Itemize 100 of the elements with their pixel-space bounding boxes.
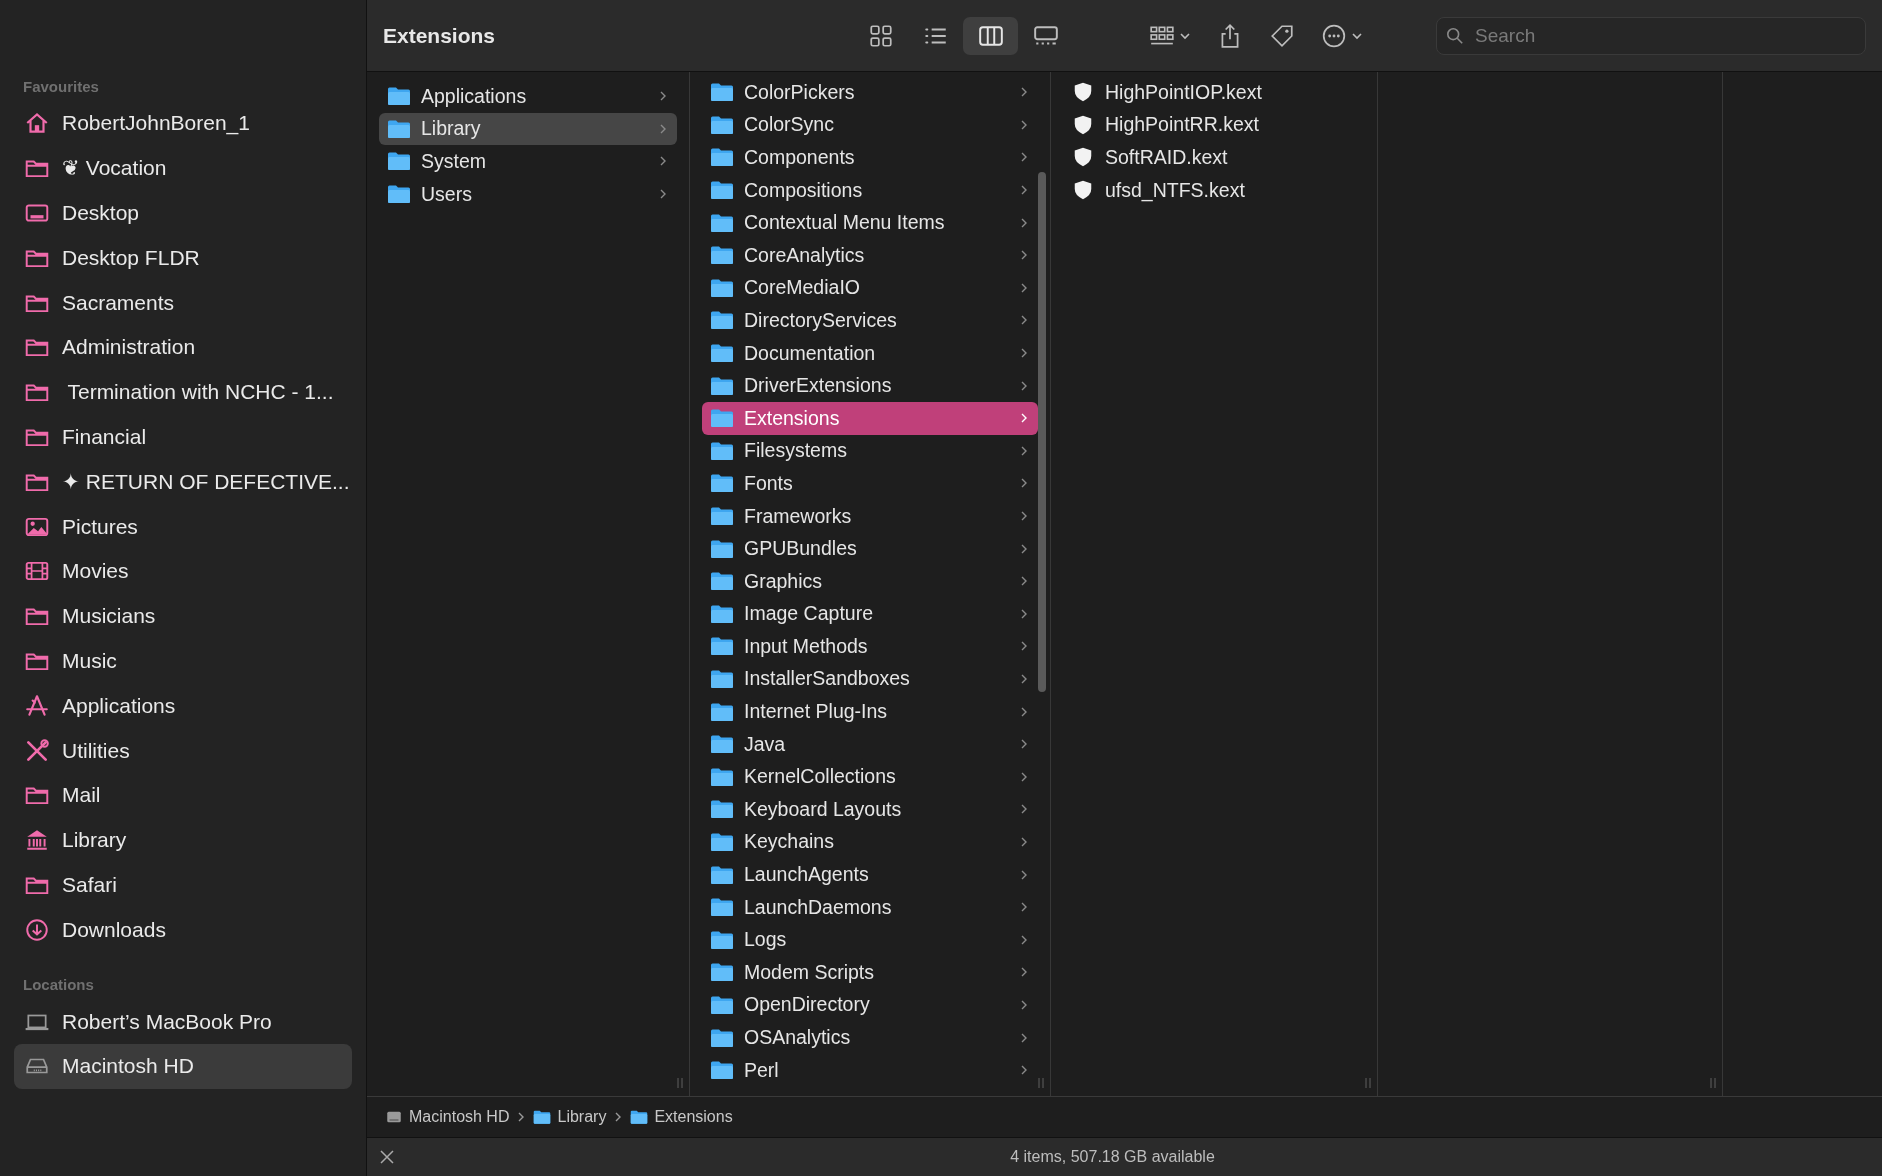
sidebar-item[interactable]: Pictures — [14, 504, 352, 549]
file-row[interactable]: Input Methods — [702, 630, 1038, 663]
file-row[interactable]: SoftRAID.kext — [1063, 141, 1365, 174]
file-row[interactable]: Modem Scripts — [702, 956, 1038, 989]
file-row[interactable]: Logs — [702, 923, 1038, 957]
chevron-icon — [1020, 444, 1028, 457]
sidebar-item[interactable]: Administration — [14, 325, 352, 370]
file-row[interactable]: Fonts — [702, 467, 1038, 500]
folder-icon — [710, 1059, 734, 1082]
folder-icon — [710, 179, 734, 202]
path-item[interactable]: Library — [533, 1108, 607, 1126]
sidebar-item[interactable]: Musicians — [14, 593, 352, 639]
file-row[interactable]: ColorPickers — [702, 76, 1038, 109]
file-row[interactable]: DriverExtensions — [702, 369, 1038, 402]
file-row[interactable]: Extensions — [702, 401, 1038, 435]
file-row[interactable]: Compositions — [702, 173, 1038, 207]
sidebar-item[interactable]: Applications — [14, 683, 352, 729]
sidebar-item[interactable]: Robert’s MacBook Pro — [14, 999, 352, 1044]
file-row[interactable]: OSAnalytics — [702, 1021, 1038, 1054]
file-row[interactable]: Keyboard Layouts — [702, 793, 1038, 826]
chevron-icon — [1020, 705, 1028, 718]
sidebar-item[interactable]: Mail — [14, 772, 352, 818]
chevron-icon — [1020, 379, 1028, 392]
chevron-icon — [659, 122, 667, 135]
chevron-icon — [1020, 673, 1028, 685]
folder-icon — [710, 798, 734, 821]
sidebar-item[interactable]: Utilities — [14, 728, 352, 773]
sidebar-item[interactable]: Sacraments — [14, 280, 352, 325]
sidebar-item[interactable]: Financial — [14, 414, 352, 460]
sidebar-item[interactable]: Movies — [14, 548, 352, 594]
file-row[interactable]: CoreAnalytics — [702, 238, 1038, 272]
folder-icon — [710, 505, 734, 527]
chevron-icon — [1020, 281, 1028, 294]
file-row[interactable]: Users — [379, 177, 677, 211]
close-icon[interactable] — [379, 1149, 395, 1165]
scrollbar[interactable] — [1038, 172, 1046, 692]
chevron-icon — [1020, 477, 1028, 490]
file-row[interactable]: Library — [379, 112, 677, 146]
file-row[interactable]: Contextual Menu Items — [702, 206, 1038, 239]
file-row[interactable]: Image Capture — [702, 597, 1038, 631]
file-row[interactable]: CoreMediaIO — [702, 271, 1038, 305]
file-row[interactable]: Frameworks — [702, 499, 1038, 533]
file-row[interactable]: InstallerSandboxes — [702, 662, 1038, 696]
chevron-icon — [1020, 770, 1028, 783]
path-item[interactable]: Macintosh HD — [385, 1108, 510, 1126]
file-row[interactable]: Keychains — [702, 825, 1038, 859]
sidebar-item[interactable]: ❦ Vocation — [14, 145, 352, 191]
resize-handle[interactable] — [1708, 1076, 1718, 1090]
chevron-icon — [1020, 901, 1028, 914]
folder-icon — [710, 896, 734, 919]
file-row[interactable]: ufsd_NTFS.kext — [1063, 173, 1365, 207]
chevron-icon — [1020, 249, 1028, 262]
sidebar-item[interactable]: Desktop FLDR — [14, 235, 352, 281]
path-item[interactable]: Extensions — [630, 1108, 733, 1126]
sidebar-item[interactable]: Desktop — [14, 190, 352, 236]
sidebar-item[interactable]: Downloads — [14, 907, 352, 953]
chevron-icon — [659, 155, 667, 168]
file-row[interactable]: Internet Plug-Ins — [702, 695, 1038, 728]
file-row[interactable]: LaunchAgents — [702, 858, 1038, 891]
tag-icon — [1269, 22, 1295, 49]
resize-handle[interactable] — [1036, 1076, 1046, 1090]
file-row[interactable]: ColorSync — [702, 108, 1038, 142]
sidebar-item[interactable]: Library — [14, 817, 352, 863]
resize-handle[interactable] — [675, 1076, 685, 1090]
window-title: Extensions — [383, 23, 497, 48]
resize-handle[interactable] — [1363, 1076, 1373, 1090]
file-row[interactable]: GPUBundles — [702, 532, 1038, 565]
sidebar-item[interactable]: Music — [14, 638, 352, 684]
file-row[interactable]: Perl — [702, 1053, 1038, 1087]
chevron-icon — [1020, 542, 1028, 555]
file-row[interactable]: HighPointRR.kext — [1063, 108, 1365, 142]
sidebar-item[interactable]: ✦ RETURN OF DEFECTIVE... — [14, 459, 352, 505]
file-row[interactable]: Graphics — [702, 564, 1038, 598]
file-row[interactable]: HighPointIOP.kext — [1063, 76, 1365, 109]
file-row[interactable]: System — [379, 145, 677, 178]
folder-icon — [710, 635, 734, 658]
file-row[interactable]: Components — [702, 141, 1038, 174]
search-field[interactable]: Search — [1436, 16, 1866, 55]
folder-icon — [710, 733, 734, 756]
file-row[interactable]: Filesystems — [702, 434, 1038, 468]
chevron-icon — [1020, 607, 1028, 620]
sidebar-item[interactable]: RobertJohnBoren_1 — [14, 101, 352, 146]
sidebar-item[interactable]: Termination with NCHC - 1... — [14, 369, 352, 415]
chevron-icon — [1020, 966, 1028, 979]
file-row[interactable]: DirectoryServices — [702, 304, 1038, 337]
chevron-icon — [1020, 575, 1028, 588]
file-row[interactable]: Java — [702, 727, 1038, 761]
file-row[interactable]: LaunchDaemons — [702, 890, 1038, 924]
view-button[interactable] — [963, 16, 1018, 55]
chevron-icon — [1020, 151, 1028, 164]
sidebar-item[interactable]: Safari — [14, 862, 352, 908]
app-store-icon — [24, 692, 50, 719]
file-row[interactable]: OpenDirectory — [702, 988, 1038, 1022]
sidebar-item[interactable]: Macintosh HD — [14, 1043, 352, 1089]
chevron-icon — [659, 90, 667, 103]
chevron-icon — [1020, 640, 1028, 653]
file-row[interactable]: Documentation — [702, 336, 1038, 370]
folder-icon — [710, 81, 734, 104]
file-row[interactable]: KernelCollections — [702, 760, 1038, 794]
file-row[interactable]: Applications — [379, 80, 677, 113]
